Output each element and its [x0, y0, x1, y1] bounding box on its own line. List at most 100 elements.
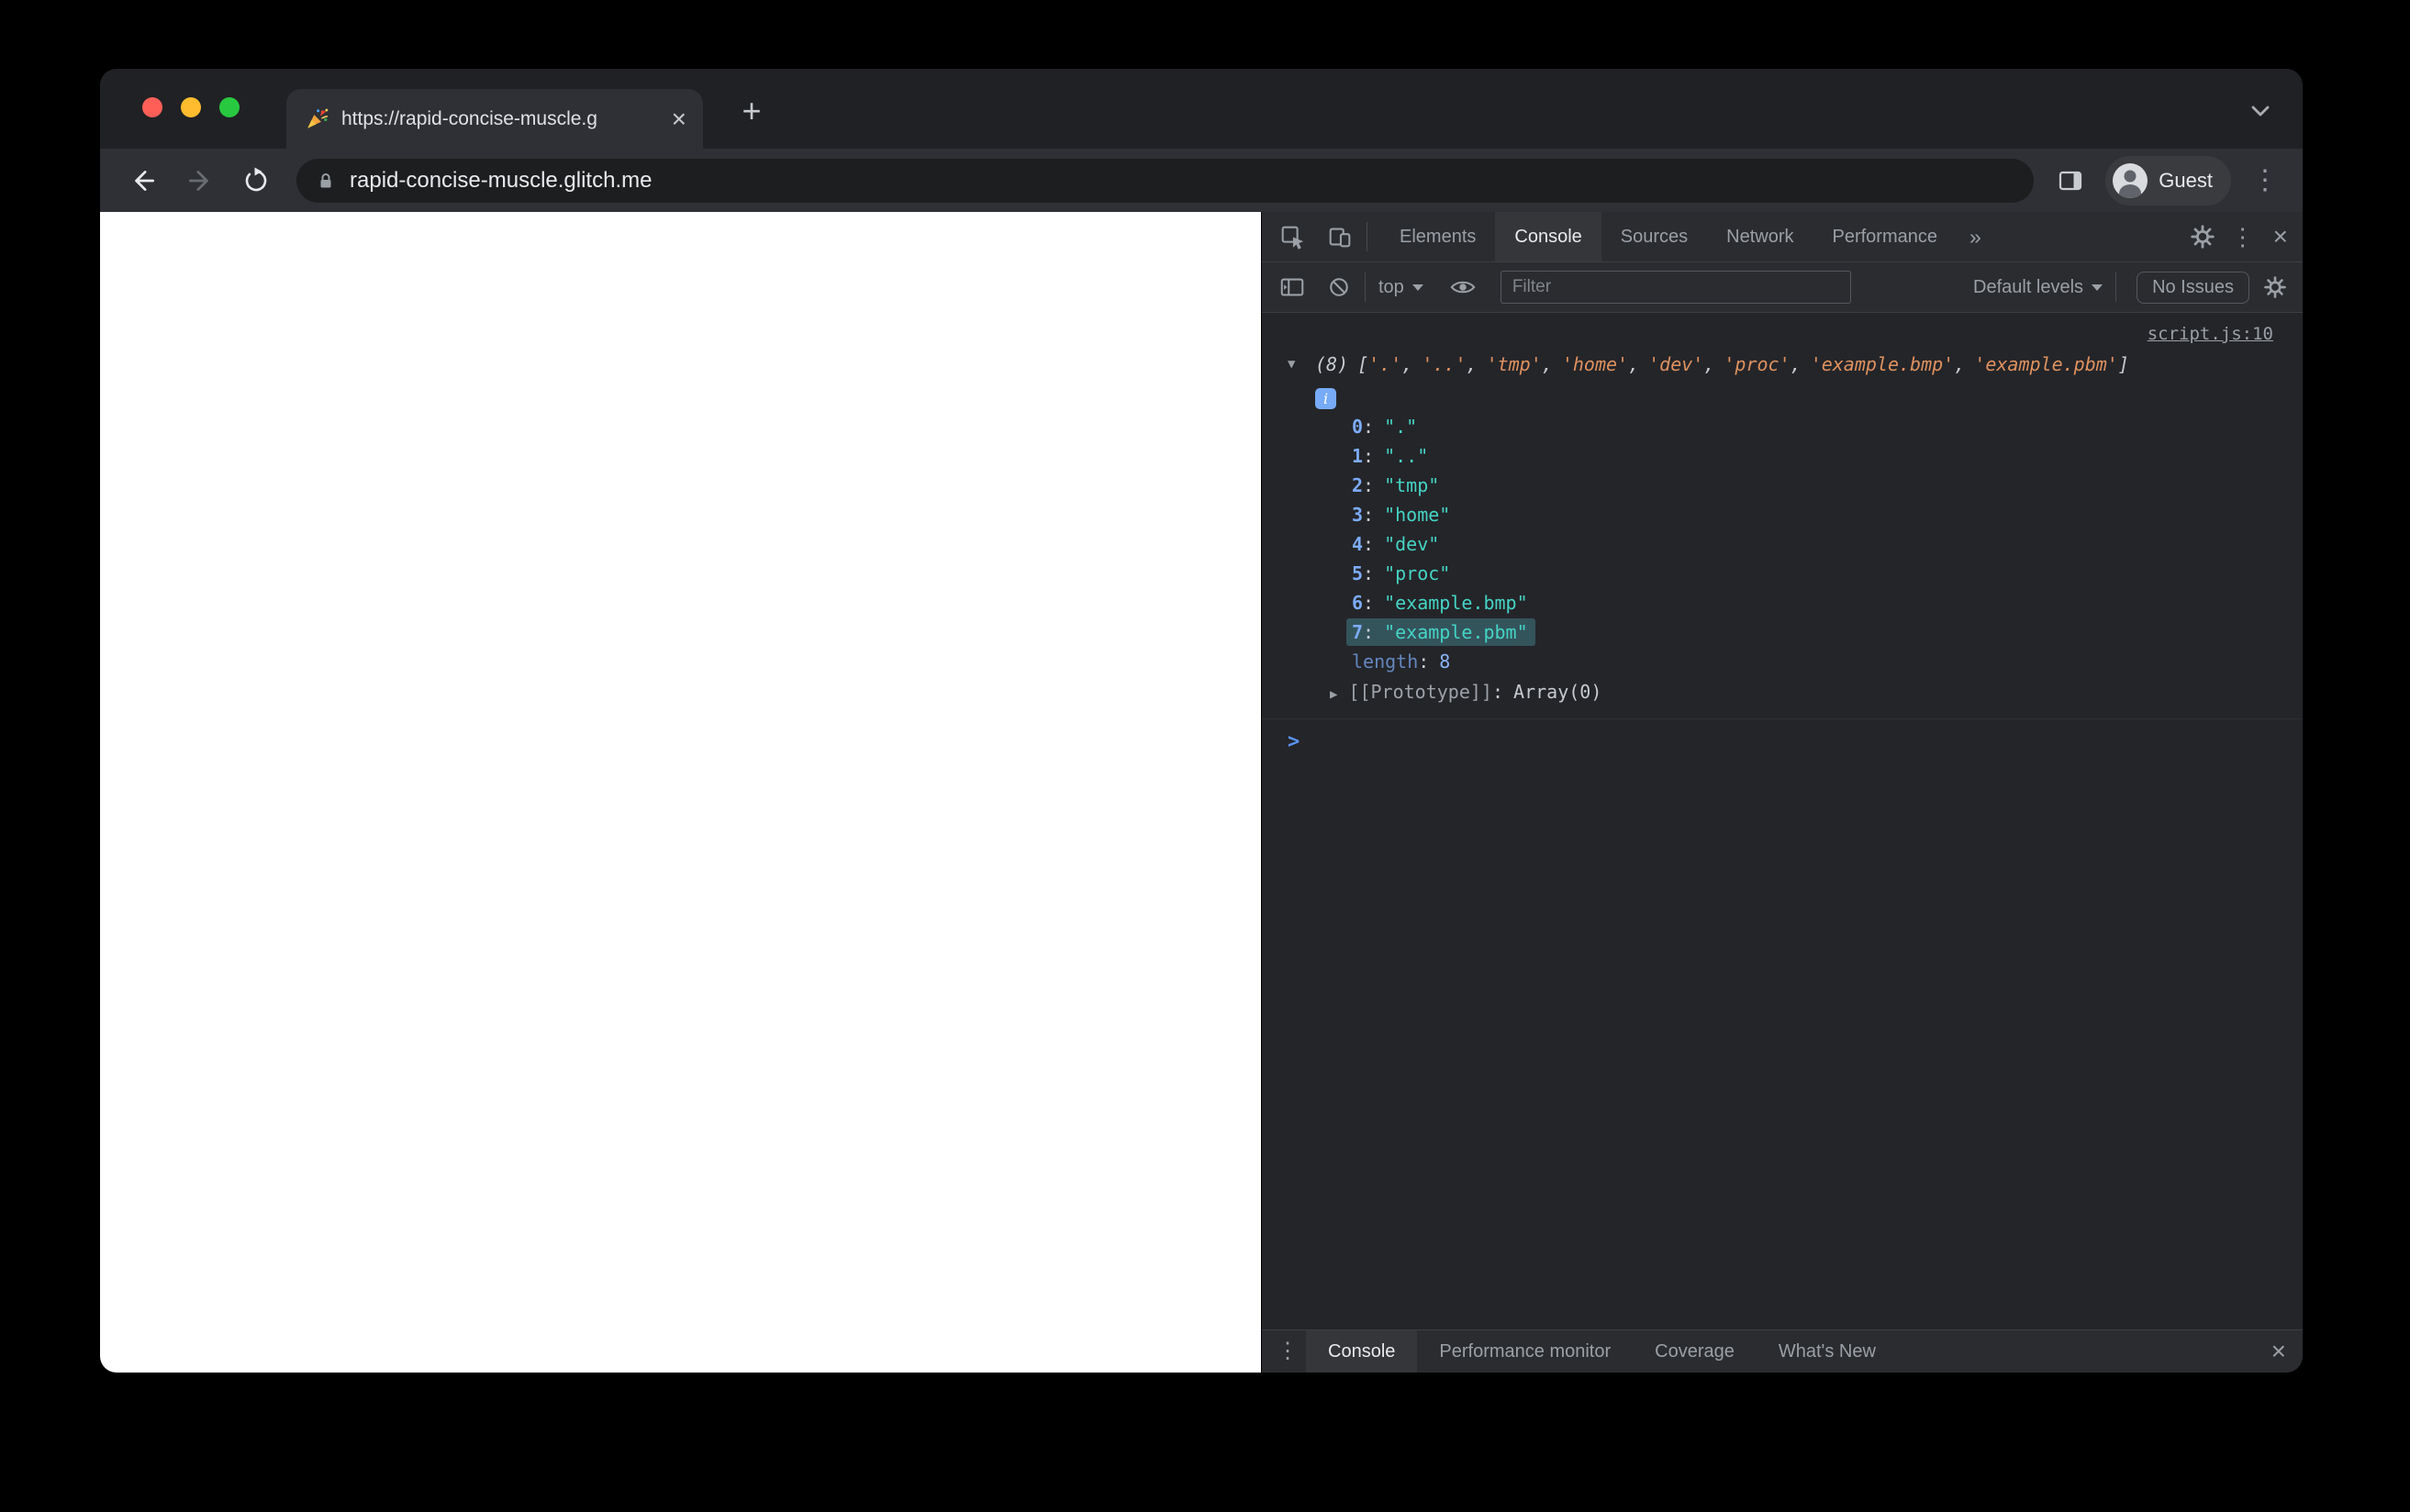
colon: :: [1363, 474, 1375, 496]
close-window-button[interactable]: [142, 97, 162, 117]
console-filter-input[interactable]: [1500, 271, 1851, 304]
profile-chip[interactable]: Guest: [2105, 155, 2231, 206]
avatar-icon: [2113, 162, 2148, 198]
entry-value: "dev": [1384, 533, 1440, 555]
reload-button[interactable]: [241, 166, 271, 195]
preview-string: '.': [1368, 353, 1402, 375]
party-popper-favicon-icon: [305, 107, 329, 131]
expand-triangle-icon[interactable]: ▶: [1330, 687, 1337, 702]
array-length-row: length: 8: [1262, 647, 2303, 676]
entry-key: 6: [1352, 592, 1364, 614]
chevron-down-icon: [1411, 284, 1423, 291]
preview-string: 'proc': [1724, 353, 1791, 375]
drawer-tab-console[interactable]: Console: [1306, 1330, 1418, 1373]
no-issues-button[interactable]: No Issues: [2137, 271, 2249, 304]
divider: [1365, 272, 1366, 302]
browser-window: https://rapid-concise-muscle.g × + rapid…: [100, 69, 2303, 1373]
url-text: rapid-concise-muscle.glitch.me: [350, 167, 653, 193]
drawer-tab-performance-monitor[interactable]: Performance monitor: [1417, 1330, 1633, 1373]
bracket: [: [1357, 353, 1369, 375]
preview-string: 'example.bmp': [1810, 353, 1955, 375]
tab-strip: https://rapid-concise-muscle.g × +: [100, 69, 2303, 149]
entry-value: "tmp": [1384, 474, 1440, 496]
console-prompt-chevron-icon: >: [1288, 730, 1300, 753]
source-location-link[interactable]: script.js:10: [2148, 324, 2273, 344]
preview-string: 'home': [1561, 353, 1629, 375]
drawer-tab-whats-new[interactable]: What's New: [1757, 1330, 1898, 1373]
drawer-menu-kebab-icon[interactable]: ⋮: [1277, 1340, 1299, 1362]
colon: :: [1363, 592, 1375, 614]
console-input-row[interactable]: >: [1262, 730, 2303, 753]
log-levels-selector[interactable]: Default levels: [1973, 277, 2103, 298]
console-log-entry: script.js:10 ▼ (8) ['.', '..','tmp','home'…: [1262, 322, 2303, 719]
back-button[interactable]: [128, 165, 159, 196]
colon: :: [1363, 445, 1375, 467]
clear-console-icon[interactable]: [1326, 274, 1352, 300]
array-entry-row: 4: "dev": [1262, 529, 2303, 559]
array-entry-row: 0: ".": [1262, 412, 2303, 441]
tab-close-icon[interactable]: ×: [668, 106, 690, 132]
prototype-key: [[Prototype]]: [1348, 681, 1492, 703]
devtools-menu-kebab-icon[interactable]: ⋮: [2231, 225, 2255, 249]
devtools-panel: Elements Console Sources Network Perform…: [1261, 212, 2303, 1373]
prototype-row: ▶ [[Prototype]]: Array(0): [1262, 676, 2303, 707]
array-preview: (8) ['.', '..','tmp','home','dev','proc', '…: [1315, 353, 2129, 375]
profile-name: Guest: [2159, 168, 2213, 192]
device-toolbar-icon[interactable]: [1326, 223, 1354, 250]
collapse-triangle-icon[interactable]: ▼: [1288, 357, 1315, 372]
colon: :: [1363, 562, 1375, 584]
new-tab-button[interactable]: +: [731, 91, 772, 131]
tab-title: https://rapid-concise-muscle.g: [341, 107, 597, 129]
console-output: script.js:10 ▼ (8) ['.', '..','tmp','home'…: [1262, 313, 2303, 1329]
more-tabs-icon[interactable]: »: [1957, 212, 1994, 261]
live-expression-eye-icon[interactable]: [1449, 273, 1477, 301]
colon: :: [1363, 416, 1375, 438]
devtools-tab-sources[interactable]: Sources: [1601, 212, 1707, 261]
colon: :: [1418, 650, 1430, 673]
inspect-element-icon[interactable]: [1278, 223, 1306, 250]
array-entry-row: 5: "proc": [1262, 559, 2303, 588]
entry-key: 7: [1352, 621, 1364, 643]
array-length-badge: (8): [1315, 353, 1349, 375]
comma: ,: [1790, 353, 1802, 375]
console-settings-gear-icon[interactable]: [2262, 274, 2288, 300]
chevron-down-icon: [2092, 284, 2103, 291]
info-row: i: [1262, 386, 2303, 412]
bracket: ]: [2117, 353, 2129, 375]
console-sidebar-icon[interactable]: [1278, 273, 1306, 301]
log-source-row: script.js:10: [1262, 322, 2303, 350]
address-bar[interactable]: rapid-concise-muscle.glitch.me: [296, 158, 2035, 203]
array-entry-row: 2: "tmp": [1262, 471, 2303, 500]
window-controls: [142, 97, 240, 117]
divider: [2115, 272, 2117, 302]
entry-value: "proc": [1384, 562, 1451, 584]
forward-button[interactable]: [184, 165, 216, 196]
browser-toolbar: rapid-concise-muscle.glitch.me Guest ⋮: [100, 149, 2303, 212]
colon: :: [1363, 504, 1375, 526]
minimize-window-button[interactable]: [181, 97, 201, 117]
preview-string: 'dev': [1648, 353, 1704, 375]
drawer-tab-coverage[interactable]: Coverage: [1633, 1330, 1757, 1373]
devtools-tab-performance[interactable]: Performance: [1813, 212, 1958, 261]
browser-tab[interactable]: https://rapid-concise-muscle.g ×: [286, 89, 703, 149]
comma: ,: [1466, 353, 1478, 375]
drawer-close-icon[interactable]: ×: [2266, 1339, 2292, 1364]
devtools-tab-console[interactable]: Console: [1495, 212, 1601, 261]
colon: :: [1491, 681, 1504, 703]
value-evaluated-info-icon[interactable]: i: [1315, 388, 1336, 409]
zoom-window-button[interactable]: [219, 97, 240, 117]
entry-key: 4: [1352, 533, 1364, 555]
preview-string: '..': [1422, 353, 1467, 375]
devtools-close-icon[interactable]: ×: [2268, 224, 2293, 250]
side-panel-icon[interactable]: [2056, 166, 2085, 195]
colon: :: [1363, 533, 1375, 555]
devtools-tab-network[interactable]: Network: [1707, 212, 1813, 261]
comma: ,: [1703, 353, 1715, 375]
context-selector[interactable]: top: [1378, 277, 1423, 298]
browser-menu-kebab-icon[interactable]: ⋮: [2251, 166, 2279, 195]
devtools-settings-gear-icon[interactable]: [2189, 223, 2216, 250]
array-entry-row: 6: "example.bmp": [1262, 588, 2303, 617]
tab-overview-chevron-icon[interactable]: [2244, 94, 2277, 128]
devtools-tab-elements[interactable]: Elements: [1380, 212, 1495, 261]
entry-key: 2: [1352, 474, 1364, 496]
